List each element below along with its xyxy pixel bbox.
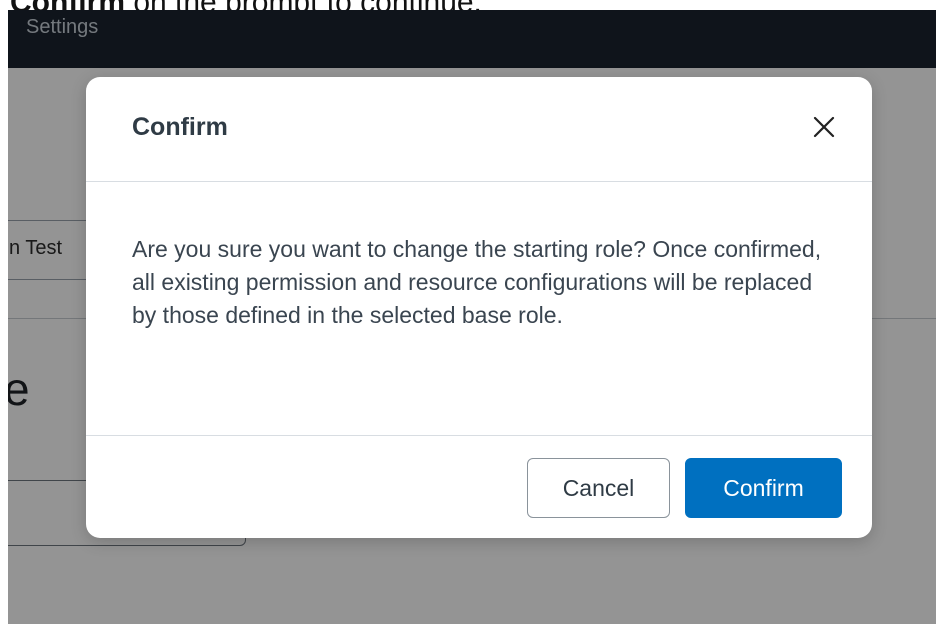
confirm-button[interactable]: Confirm	[685, 458, 842, 518]
cancel-button[interactable]: Cancel	[527, 458, 670, 518]
close-icon	[813, 116, 835, 138]
confirm-dialog: Confirm Are you sure you want to change …	[86, 77, 872, 538]
close-button[interactable]	[802, 105, 846, 149]
dialog-message: Are you sure you want to change the star…	[132, 236, 822, 328]
dialog-footer: Cancel Confirm	[86, 435, 872, 538]
dialog-body: Are you sure you want to change the star…	[132, 233, 832, 332]
app-window: Settings n Test e Confirm Are you sure y…	[8, 10, 936, 624]
dialog-header: Confirm	[86, 77, 872, 182]
dialog-title: Confirm	[132, 113, 228, 141]
